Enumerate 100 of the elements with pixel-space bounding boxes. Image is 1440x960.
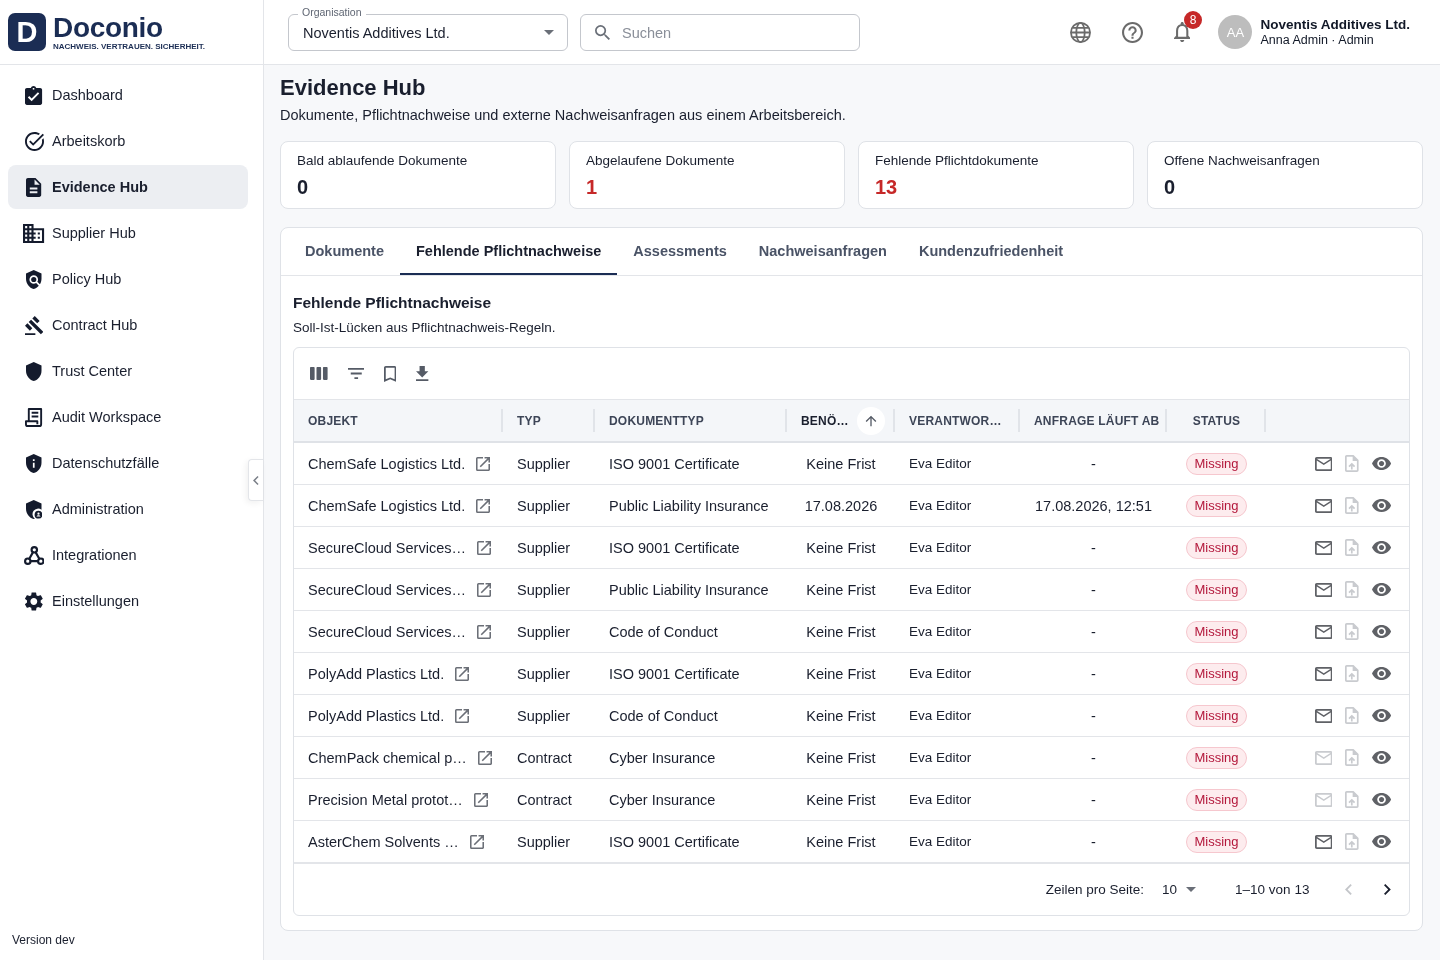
- column-header[interactable]: VERANTWOR…: [895, 400, 1020, 441]
- document-icon: [26, 177, 42, 197]
- mail-icon[interactable]: [1314, 540, 1333, 555]
- mail-icon[interactable]: [1314, 708, 1333, 723]
- external-link-icon[interactable]: [473, 792, 488, 807]
- column-header[interactable]: TYP: [503, 400, 595, 441]
- tab[interactable]: Nachweisanfragen: [742, 228, 903, 275]
- table-cell-text: Supplier: [516, 664, 572, 684]
- table-cell-text: ISO 9001 Certificate: [608, 454, 741, 474]
- caret-icon: [544, 30, 554, 35]
- external-link-icon[interactable]: [477, 750, 492, 765]
- table-cell-text: Keine Frist: [805, 832, 877, 852]
- column-header[interactable]: OBJEKT: [294, 400, 503, 441]
- mail-icon[interactable]: [1314, 624, 1333, 639]
- status-badge: Missing: [1186, 746, 1247, 769]
- tab[interactable]: Kundenzufriedenheit: [902, 228, 1080, 275]
- nav-item[interactable]: Integrationen: [8, 533, 248, 577]
- account-name: Anna Admin · Admin: [1260, 32, 1375, 48]
- chevron-right-icon[interactable]: [1384, 884, 1391, 895]
- column-header[interactable]: DOKUMENTTYP: [595, 400, 787, 441]
- eye-icon[interactable]: [1371, 709, 1391, 722]
- external-link-icon[interactable]: [476, 624, 491, 639]
- table-cell-text: Contract: [516, 748, 573, 768]
- bell-icon[interactable]: [1174, 22, 1191, 42]
- rows-per-page-select[interactable]: 10: [1162, 882, 1197, 897]
- field-label: Organisation: [298, 6, 366, 19]
- eye-icon[interactable]: [1371, 667, 1391, 680]
- stat-label: Fehlende Pflichtdokumente: [875, 153, 1040, 169]
- status-badge: Missing: [1186, 536, 1247, 559]
- nav-item[interactable]: Evidence Hub: [8, 165, 248, 209]
- table-cell-text: Cyber Insurance: [608, 748, 717, 768]
- bookmark-icon[interactable]: [384, 365, 397, 382]
- status-badge: Missing: [1186, 452, 1247, 475]
- tab[interactable]: Fehlende Pflichtnachweise: [399, 228, 618, 275]
- nav-item[interactable]: Contract Hub: [8, 303, 248, 347]
- help-icon[interactable]: [1122, 21, 1144, 43]
- eye-icon[interactable]: [1371, 793, 1391, 806]
- eye-icon[interactable]: [1371, 625, 1391, 638]
- external-link-icon[interactable]: [476, 540, 491, 555]
- table-cell-text: Keine Frist: [805, 538, 877, 558]
- filter-icon[interactable]: [347, 368, 365, 379]
- external-link-icon[interactable]: [455, 708, 470, 723]
- nav-item[interactable]: Einstellungen: [8, 579, 248, 623]
- eye-icon[interactable]: [1371, 583, 1391, 596]
- table-cell-text: -: [1090, 454, 1097, 474]
- mail-icon[interactable]: [1314, 666, 1333, 681]
- globe-icon[interactable]: [1070, 21, 1092, 43]
- version-label: Version dev: [11, 933, 76, 947]
- table-cell-text: Public Liability Insurance: [608, 496, 770, 516]
- account-organisation: Noventis Additives Ltd.: [1260, 16, 1410, 33]
- table-cell-text: 17.08.2026, 12:51: [1034, 496, 1153, 516]
- status-badge: Missing: [1186, 620, 1247, 643]
- search-field[interactable]: Suchen: [580, 14, 860, 51]
- nav-item[interactable]: Supplier Hub: [8, 211, 248, 255]
- nav-item[interactable]: Audit Workspace: [8, 395, 248, 439]
- eye-icon[interactable]: [1371, 751, 1391, 764]
- mail-icon[interactable]: [1314, 456, 1333, 471]
- logo-mark: D: [8, 13, 46, 51]
- column-header[interactable]: BENÖ…: [787, 400, 895, 441]
- external-link-icon[interactable]: [476, 582, 491, 597]
- tab[interactable]: Assessments: [617, 228, 743, 275]
- table-cell-text: Eva Editor: [908, 707, 973, 725]
- nav-item[interactable]: Policy Hub: [8, 257, 248, 301]
- table-cell-text: Eva Editor: [908, 749, 973, 767]
- tab[interactable]: Dokumente: [289, 228, 400, 275]
- table-cell-text: ISO 9001 Certificate: [608, 664, 741, 684]
- table-cell-text: ISO 9001 Certificate: [608, 538, 741, 558]
- mail-icon[interactable]: [1314, 582, 1333, 597]
- table-cell-text: Supplier: [516, 454, 572, 474]
- user-avatar: AA: [1218, 15, 1253, 49]
- external-link-icon[interactable]: [476, 498, 491, 513]
- column-header[interactable]: ANFRAGE LÄUFT AB: [1020, 400, 1167, 441]
- table-cell-text: Supplier: [516, 580, 572, 600]
- column-header[interactable]: STATUS: [1167, 400, 1266, 441]
- section-title: Fehlende Pflichtnachweise: [293, 293, 493, 313]
- nav-item[interactable]: Trust Center: [8, 349, 248, 393]
- mail-icon[interactable]: [1314, 834, 1333, 849]
- external-link-icon[interactable]: [476, 456, 491, 471]
- nav-item[interactable]: Dashboard: [8, 73, 248, 117]
- nav-item[interactable]: Administration: [8, 487, 248, 531]
- table-cell-text: Cyber Insurance: [608, 790, 717, 810]
- eye-icon[interactable]: [1371, 541, 1391, 554]
- table-cell: PolyAdd Plastics Ltd.: [308, 665, 445, 682]
- nav-item[interactable]: Arbeitskorb: [8, 119, 248, 163]
- table-cell: ChemSafe Logistics Ltd.: [308, 455, 466, 472]
- arrow-up-icon[interactable]: [856, 406, 885, 435]
- download-icon[interactable]: [416, 366, 429, 381]
- eye-icon[interactable]: [1371, 499, 1391, 512]
- eye-icon[interactable]: [1371, 835, 1391, 848]
- eye-icon[interactable]: [1371, 457, 1391, 470]
- external-link-icon[interactable]: [469, 834, 484, 849]
- status-badge: Missing: [1186, 704, 1247, 727]
- nav-item[interactable]: Datenschutzfälle: [8, 441, 248, 485]
- external-link-icon[interactable]: [455, 666, 470, 681]
- mail-icon[interactable]: [1314, 498, 1333, 513]
- columns-icon[interactable]: [310, 367, 328, 380]
- brand-tagline: NACHWEIS. VERTRAUEN. SICHERHEIT.: [53, 41, 205, 52]
- gavel-icon: [24, 315, 44, 335]
- chevron-left-icon: [253, 475, 259, 485]
- collapse-sidebar-button[interactable]: [248, 459, 263, 501]
